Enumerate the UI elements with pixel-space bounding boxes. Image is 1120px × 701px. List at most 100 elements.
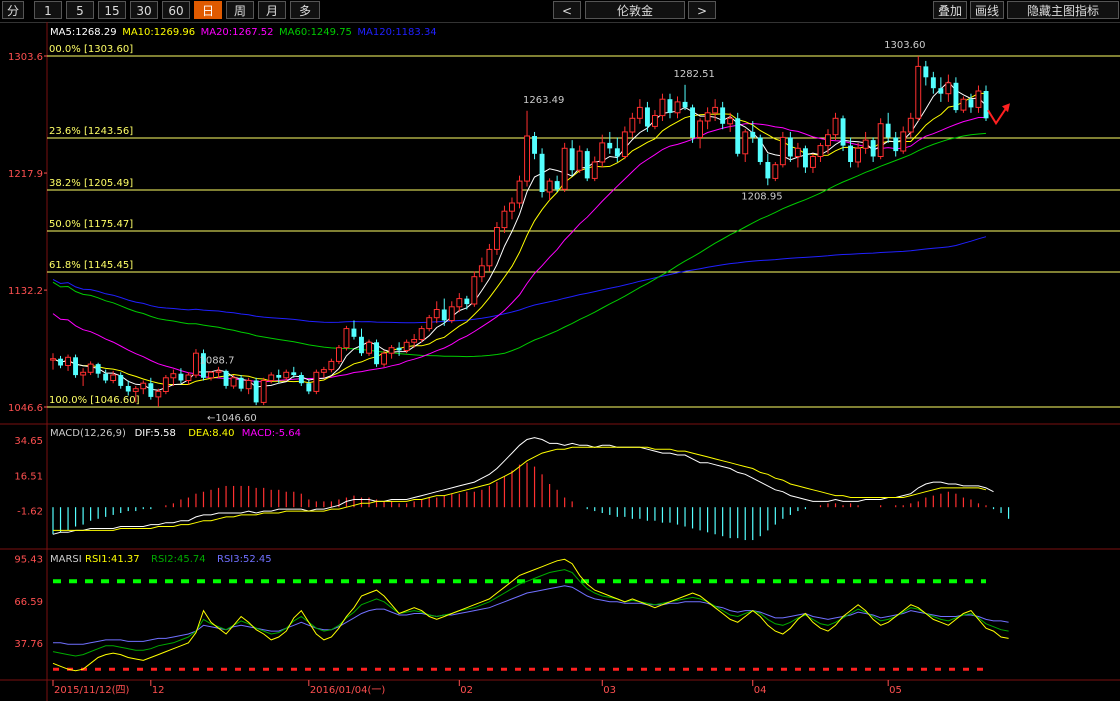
candle-body (712, 106, 719, 114)
candle-body (787, 137, 793, 157)
candle-body (704, 112, 711, 122)
candle-body (900, 131, 907, 152)
draw-line-button[interactable]: 画线 (970, 1, 1004, 19)
candle-body (343, 328, 350, 349)
x-tick-label: 2016/01/04(一) (310, 685, 386, 696)
candle-body (478, 265, 485, 278)
main-price-chart[interactable]: 00.0% [1303.60] 23.6% [1243.56] 38.2% [120… (8, 27, 1120, 424)
ma10-line (52, 92, 986, 385)
x-tick-label: 12 (152, 685, 165, 696)
candle-body (750, 131, 756, 138)
candle-body (306, 383, 312, 392)
candle-body (765, 162, 771, 179)
candle-body (283, 371, 290, 379)
macd-y-tick: -1.62 (17, 506, 43, 517)
candle-body (877, 123, 884, 157)
legend-rsi3: RSI3:52.45 (217, 554, 272, 565)
candle-body (396, 347, 402, 351)
period-button-day[interactable]: 日 (194, 1, 222, 19)
candle-body (757, 137, 763, 162)
candle-body (374, 342, 379, 365)
chart-area[interactable]: 00.0% [1303.60] 23.6% [1243.56] 38.2% [120… (0, 22, 1120, 701)
candle-body (720, 107, 726, 124)
candle-body (298, 375, 304, 384)
period-button-week[interactable]: 周 (226, 1, 254, 19)
candle-body (727, 117, 734, 125)
candle-body (832, 117, 839, 136)
candle-body (870, 140, 876, 157)
rsi-y-tick: 37.76 (14, 639, 43, 650)
legend-ma20: MA20:1267.52 (201, 27, 274, 38)
candle-body (359, 336, 364, 354)
x-tick-label: 04 (754, 685, 767, 696)
period-button-fen[interactable]: 分 (2, 1, 24, 19)
candle-body (336, 347, 342, 362)
period-button-5m[interactable]: 5 (66, 1, 94, 19)
overlay-button[interactable]: 叠加 (933, 1, 967, 19)
y-tick-label: 1046.6 (8, 403, 43, 414)
panel-frames (0, 22, 1120, 701)
candle-body (388, 347, 395, 354)
candle-body (546, 180, 553, 193)
candle-body (524, 135, 530, 182)
candle-body (674, 101, 681, 114)
rsi-y-tick: 95.43 (14, 555, 43, 566)
candle-body (50, 358, 56, 361)
candle-body (208, 371, 215, 379)
candle-body (652, 115, 658, 127)
candle-body (614, 148, 620, 157)
candle-body (418, 328, 425, 341)
next-instrument-button[interactable]: > (688, 1, 716, 19)
hide-main-indicator-button[interactable]: 隐藏主图指标 (1007, 1, 1119, 19)
marsi-title: MARSI (50, 554, 82, 565)
candle-body (178, 373, 184, 381)
candle-body (87, 363, 94, 373)
candle-body (968, 99, 974, 108)
candle-body (945, 82, 952, 95)
candle-body (73, 357, 78, 376)
candle-body (433, 309, 440, 319)
candle-body (80, 371, 87, 376)
candle-body (893, 137, 899, 152)
candle-body (855, 147, 861, 163)
period-button-60m[interactable]: 60 (162, 1, 190, 19)
legend-ma5: MA5:1268.29 (50, 27, 117, 38)
instrument-name[interactable]: 伦敦金 (585, 1, 685, 19)
prev-instrument-button[interactable]: < (553, 1, 581, 19)
price-annotation: 1208.95 (741, 191, 782, 202)
legend-rsi1: RSI1:41.37 (85, 554, 140, 565)
legend-ma10: MA10:1269.96 (122, 27, 195, 38)
period-button-month[interactable]: 月 (258, 1, 286, 19)
period-button-1m[interactable]: 1 (34, 1, 62, 19)
candle-body (448, 306, 455, 321)
candle-body (313, 371, 320, 392)
candle-body (667, 99, 673, 113)
candle-body (885, 123, 891, 138)
candle-body (230, 377, 237, 387)
fib-label: 38.2% [1205.49] (49, 178, 133, 189)
candle-body (532, 136, 537, 154)
period-button-30m[interactable]: 30 (130, 1, 158, 19)
candle-body (659, 98, 666, 117)
candle-body (170, 373, 177, 379)
candle-body (953, 82, 959, 111)
trend-arrow-icon (987, 107, 1007, 126)
candle-body (862, 139, 869, 149)
candle-body (320, 369, 327, 373)
candle-body (516, 180, 523, 204)
candle-body (238, 377, 244, 389)
legend-ma120: MA120:1183.34 (357, 27, 436, 38)
macd-panel[interactable]: 34.65 16.51 -1.62 MACD(12,26,9) DIF:5.58 DEA:… (14, 428, 1010, 541)
marsi-panel[interactable]: 95.43 66.59 37.76 MARSI RSI1:41.37 RSI2:45.74… (14, 554, 1009, 672)
candle-body (576, 150, 583, 171)
candle-body (486, 248, 493, 267)
candle-body (253, 380, 259, 403)
candle-body (682, 101, 688, 108)
rsi1-line (52, 558, 1009, 672)
period-button-multi[interactable]: 多 (290, 1, 320, 19)
period-button-15m[interactable]: 15 (98, 1, 126, 19)
candle-body (366, 341, 373, 354)
candle-body (690, 107, 695, 138)
price-annotation: 1282.51 (674, 69, 715, 80)
date-axis: 2015/11/12(四) 12 2016/01/04(一) 02 03 04 05 (52, 680, 902, 696)
